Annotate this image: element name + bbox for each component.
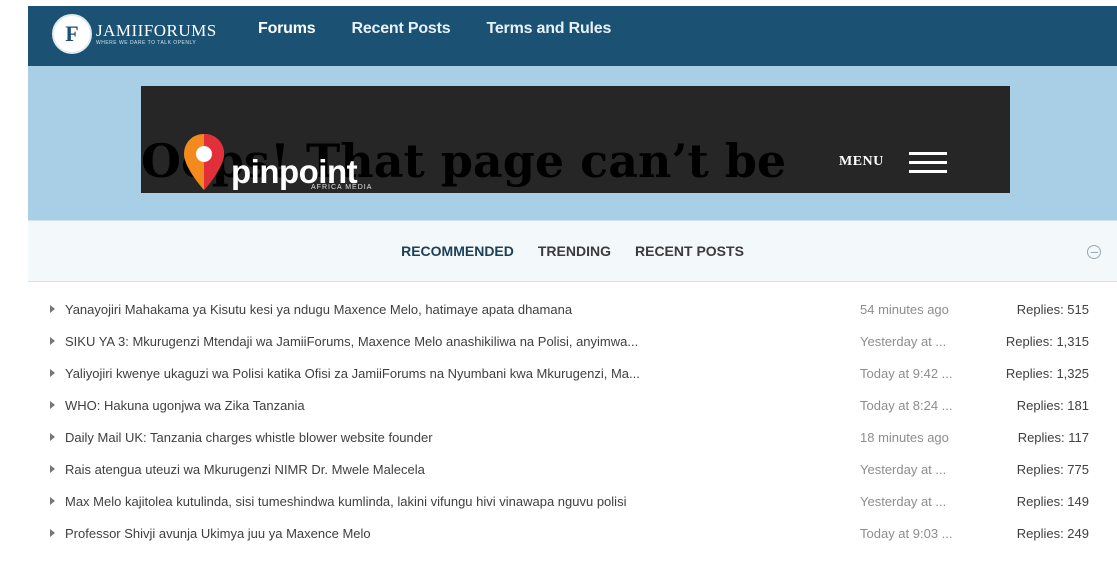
thread-replies: Replies: 515 xyxy=(1016,301,1089,317)
logo-title: JAMIIFORUMS xyxy=(96,21,217,40)
thread-time: 54 minutes ago xyxy=(860,301,949,317)
thread-replies: Replies: 117 xyxy=(1017,429,1089,445)
expand-arrow-icon[interactable] xyxy=(50,529,55,537)
site-logo[interactable]: F JAMIIFORUMS WHERE WE DARE TO TALK OPEN… xyxy=(52,12,217,56)
thread-title[interactable]: Max Melo kajitolea kutulinda, sisi tumes… xyxy=(65,494,835,509)
thread-replies: Replies: 775 xyxy=(1016,461,1089,477)
logo-text: JAMIIFORUMS WHERE WE DARE TO TALK OPENLY xyxy=(96,22,217,46)
top-navigation-bar: F JAMIIFORUMS WHERE WE DARE TO TALK OPEN… xyxy=(28,0,1117,66)
expand-arrow-icon[interactable] xyxy=(50,465,55,473)
thread-row[interactable]: Max Melo kajitolea kutulinda, sisi tumes… xyxy=(28,485,1117,517)
thread-title[interactable]: Rais atengua uteuzi wa Mkurugenzi NIMR D… xyxy=(65,462,835,477)
pinpoint-logo: pinpoint xyxy=(181,132,358,192)
thread-time: Today at 9:03 ... xyxy=(860,525,953,541)
threads-panel: RECOMMENDED TRENDING RECENT POSTS Yanayo… xyxy=(28,220,1117,586)
collapse-icon[interactable] xyxy=(1087,245,1101,259)
thread-title[interactable]: Yanayojiri Mahakama ya Kisutu kesi ya nd… xyxy=(65,302,835,317)
thread-row[interactable]: Yanayojiri Mahakama ya Kisutu kesi ya nd… xyxy=(28,293,1117,325)
thread-replies: Replies: 1,325 xyxy=(1005,365,1089,381)
expand-arrow-icon[interactable] xyxy=(50,401,55,409)
thread-time: Yesterday at ... xyxy=(860,461,947,477)
thread-replies: Replies: 1,315 xyxy=(1005,333,1089,349)
thread-replies: Replies: 249 xyxy=(1016,525,1089,541)
thread-time: Today at 9:42 ... xyxy=(860,365,953,381)
thread-row[interactable]: WHO: Hakuna ugonjwa wa Zika Tanzania Tod… xyxy=(28,389,1117,421)
logo-icon: F xyxy=(52,14,92,54)
tab-recent-posts[interactable]: RECENT POSTS xyxy=(635,243,744,259)
thread-row[interactable]: Daily Mail UK: Tanzania charges whistle … xyxy=(28,421,1117,453)
ad-menu-label[interactable]: MENU xyxy=(839,154,884,170)
thread-row[interactable]: Professor Shivji avunja Ukimya juu ya Ma… xyxy=(28,517,1117,549)
thread-tabs: RECOMMENDED TRENDING RECENT POSTS xyxy=(28,220,1117,282)
thread-replies: Replies: 181 xyxy=(1016,397,1089,413)
nav-terms-and-rules[interactable]: Terms and Rules xyxy=(486,20,611,38)
main-nav: Forums Recent Posts Terms and Rules xyxy=(258,20,647,38)
thread-replies: Replies: 149 xyxy=(1016,493,1089,509)
thread-title[interactable]: Yaliyojiri kwenye ukaguzi wa Polisi kati… xyxy=(65,366,835,381)
advertisement-banner[interactable]: Oops! That page can’t be pinpoint AFRICA… xyxy=(141,86,1010,193)
expand-arrow-icon[interactable] xyxy=(50,305,55,313)
thread-title[interactable]: SIKU YA 3: Mkurugenzi Mtendaji wa JamiiF… xyxy=(65,334,835,349)
tab-trending[interactable]: TRENDING xyxy=(538,243,611,259)
thread-row[interactable]: Yaliyojiri kwenye ukaguzi wa Polisi kati… xyxy=(28,357,1117,389)
expand-arrow-icon[interactable] xyxy=(50,337,55,345)
thread-time: Yesterday at ... xyxy=(860,493,947,509)
expand-arrow-icon[interactable] xyxy=(50,497,55,505)
nav-recent-posts[interactable]: Recent Posts xyxy=(351,20,450,38)
hamburger-menu-icon[interactable] xyxy=(909,152,947,174)
thread-row[interactable]: SIKU YA 3: Mkurugenzi Mtendaji wa JamiiF… xyxy=(28,325,1117,357)
expand-arrow-icon[interactable] xyxy=(50,433,55,441)
thread-list: Yanayojiri Mahakama ya Kisutu kesi ya nd… xyxy=(28,282,1117,549)
thread-row[interactable]: Rais atengua uteuzi wa Mkurugenzi NIMR D… xyxy=(28,453,1117,485)
thread-title[interactable]: WHO: Hakuna ugonjwa wa Zika Tanzania xyxy=(65,398,835,413)
left-margin xyxy=(0,0,28,586)
expand-arrow-icon[interactable] xyxy=(50,369,55,377)
map-pin-icon xyxy=(181,132,227,192)
pinpoint-subtitle: AFRICA MEDIA xyxy=(311,184,373,191)
logo-tagline: WHERE WE DARE TO TALK OPENLY xyxy=(96,40,197,46)
thread-title[interactable]: Professor Shivji avunja Ukimya juu ya Ma… xyxy=(65,526,835,541)
thread-title[interactable]: Daily Mail UK: Tanzania charges whistle … xyxy=(65,430,835,445)
tab-recommended[interactable]: RECOMMENDED xyxy=(401,243,514,259)
thread-time: 18 minutes ago xyxy=(860,429,949,445)
thread-time: Today at 8:24 ... xyxy=(860,397,953,413)
nav-forums[interactable]: Forums xyxy=(258,20,316,38)
thread-time: Yesterday at ... xyxy=(860,333,947,349)
